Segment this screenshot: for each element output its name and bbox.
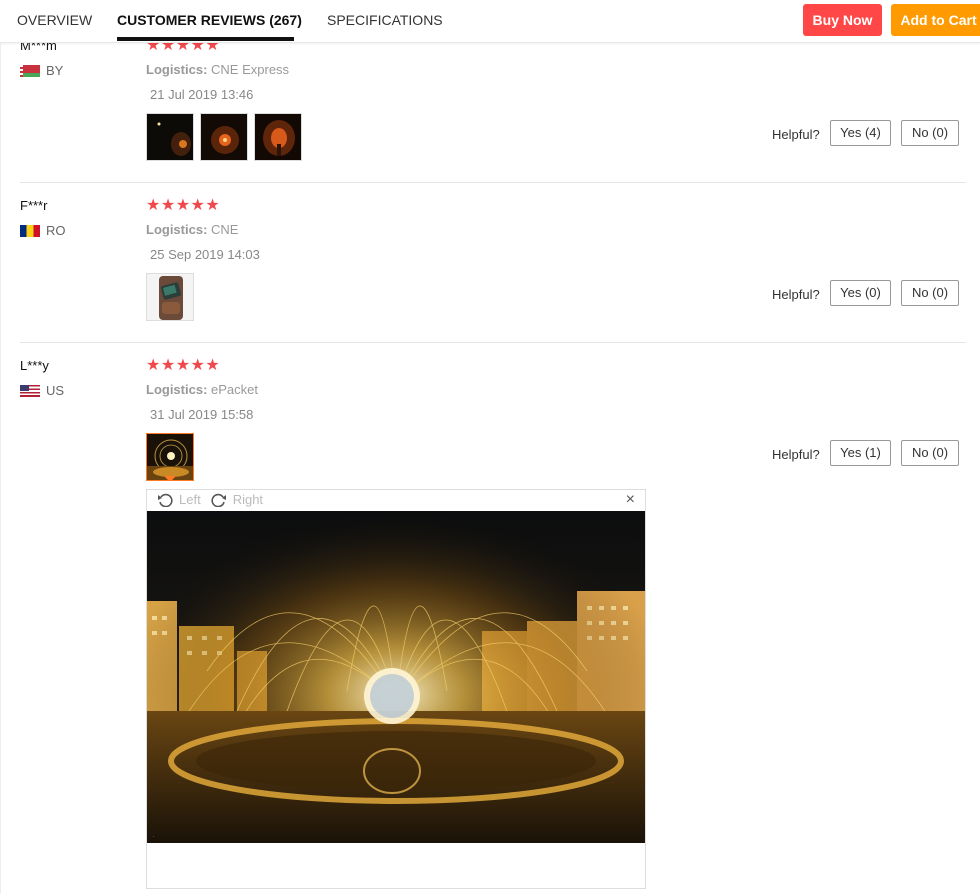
logistics-value: ePacket bbox=[211, 382, 259, 397]
logistics-info: Logistics: ePacket bbox=[146, 382, 258, 397]
steel-wool-night-photo: · bbox=[147, 511, 645, 843]
logistics-info: Logistics: CNE bbox=[146, 222, 238, 237]
viewer-toolbar: Left Right bbox=[157, 492, 273, 507]
helpful-yes-button[interactable]: Yes (0) bbox=[830, 280, 891, 306]
star-rating: ★★★★★ bbox=[146, 357, 221, 374]
add-to-cart-button[interactable]: Add to Cart bbox=[891, 4, 980, 36]
country-code: RO bbox=[46, 223, 66, 238]
rotate-right-button[interactable]: Right bbox=[211, 492, 263, 507]
review-photo-thumbnail-selected[interactable] bbox=[146, 433, 194, 481]
helpful-yes-button[interactable]: Yes (4) bbox=[830, 120, 891, 146]
usa-flag-icon bbox=[20, 384, 40, 397]
rotate-right-label: Right bbox=[232, 492, 264, 507]
review-date: 25 Sep 2019 14:03 bbox=[150, 247, 260, 262]
rotate-right-icon bbox=[211, 493, 226, 507]
tab-specifications[interactable]: SPECIFICATIONS bbox=[327, 12, 443, 28]
logistics-value: CNE bbox=[211, 222, 239, 237]
review-photos bbox=[146, 433, 194, 481]
close-viewer-button[interactable]: × bbox=[626, 491, 635, 509]
review-photos bbox=[146, 113, 302, 161]
review-date: 21 Jul 2019 13:46 bbox=[150, 87, 254, 102]
helpful-no-button[interactable]: No (0) bbox=[901, 440, 959, 466]
review-photo-thumbnail[interactable] bbox=[254, 113, 302, 161]
tab-overview[interactable]: OVERVIEW bbox=[17, 12, 92, 28]
reviewer-name: L***y bbox=[20, 358, 49, 373]
review-photo-thumbnail[interactable] bbox=[146, 113, 194, 161]
review-photos bbox=[146, 273, 194, 321]
active-tab-indicator bbox=[117, 37, 294, 41]
reviewer-country: US bbox=[20, 383, 64, 398]
reviewer-country: RO bbox=[20, 223, 66, 238]
helpful-label: Helpful? bbox=[772, 127, 820, 142]
helpful-label: Helpful? bbox=[772, 287, 820, 302]
logistics-info: Logistics: CNE Express bbox=[146, 62, 289, 77]
review-photo-thumbnail[interactable] bbox=[200, 113, 248, 161]
romania-flag-icon bbox=[20, 224, 40, 237]
reviewer-country: BY bbox=[20, 63, 63, 78]
helpful-label: Helpful? bbox=[772, 447, 820, 462]
rotate-left-button[interactable]: Left bbox=[157, 492, 201, 507]
rotate-left-label: Left bbox=[179, 492, 201, 507]
review-image-viewer: Left Right × · bbox=[146, 489, 646, 889]
belarus-flag-icon bbox=[20, 64, 40, 77]
helpful-no-button[interactable]: No (0) bbox=[901, 280, 959, 306]
helpful-no-button[interactable]: No (0) bbox=[901, 120, 959, 146]
product-tabs-bar: OVERVIEW CUSTOMER REVIEWS (267) SPECIFIC… bbox=[0, 0, 980, 43]
review-divider bbox=[20, 342, 966, 343]
logistics-label: Logistics: bbox=[146, 222, 208, 237]
reviewer-name: F***r bbox=[20, 198, 48, 213]
review-divider bbox=[20, 182, 966, 183]
country-code: BY bbox=[46, 63, 64, 78]
buy-now-button[interactable]: Buy Now bbox=[803, 4, 882, 36]
review-photo-thumbnail[interactable] bbox=[146, 273, 194, 321]
logistics-value: CNE Express bbox=[211, 62, 290, 77]
rotate-left-icon bbox=[158, 493, 173, 507]
country-code: US bbox=[46, 383, 65, 398]
star-rating: ★★★★★ bbox=[146, 197, 221, 214]
enlarged-review-photo: · bbox=[147, 511, 645, 843]
page-edge bbox=[0, 42, 1, 894]
helpful-yes-button[interactable]: Yes (1) bbox=[830, 440, 891, 466]
logistics-label: Logistics: bbox=[146, 382, 208, 397]
review-date: 31 Jul 2019 15:58 bbox=[150, 407, 254, 422]
logistics-label: Logistics: bbox=[146, 62, 208, 77]
tab-customer-reviews[interactable]: CUSTOMER REVIEWS (267) bbox=[117, 12, 302, 28]
